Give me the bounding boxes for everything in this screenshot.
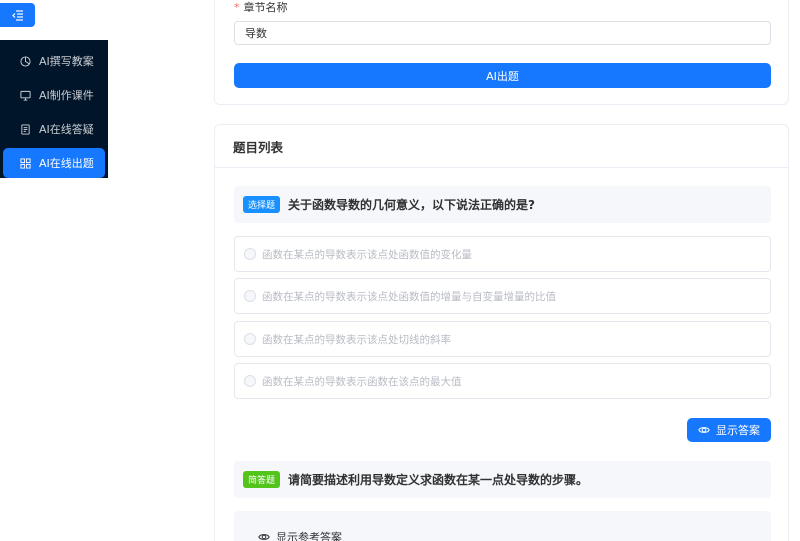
chapter-form-card: *章节名称 AI出题 — [214, 0, 789, 105]
eye-icon — [698, 427, 710, 433]
sidebar-item-label: AI在线出题 — [39, 157, 94, 170]
option-text: 函数在某点的导数表示函数在该点的最大值 — [262, 375, 462, 388]
sidebar-item-courseware[interactable]: AI制作课件 — [3, 80, 105, 110]
show-reference-label: 显示参考答案 — [276, 531, 342, 541]
option-text: 函数在某点的导数表示该点处函数值的增量与自变量增量的比值 — [262, 290, 556, 303]
grid-icon — [20, 157, 31, 169]
radio-button[interactable] — [244, 290, 256, 302]
sidebar: AI撰写教案 AI制作课件 AI在线答疑 AI在线出题 — [0, 40, 108, 178]
show-answer-label: 显示答案 — [716, 424, 760, 437]
pie-chart-icon — [20, 55, 31, 67]
sidebar-item-label: AI制作课件 — [39, 89, 94, 102]
option-item[interactable]: 函数在某点的导数表示该点处函数值的变化量 — [234, 236, 771, 272]
menu-toggle-button[interactable] — [0, 3, 35, 27]
menu-fold-icon — [11, 10, 23, 21]
sidebar-item-question-gen[interactable]: AI在线出题 — [3, 148, 105, 178]
sidebar-item-qa[interactable]: AI在线答疑 — [3, 114, 105, 144]
question-text: 请简要描述利用导数定义求函数在某一点处导数的步骤。 — [288, 473, 589, 487]
sidebar-item-label: AI在线答疑 — [39, 123, 94, 136]
question-list-card: 题目列表 选择题 关于函数导数的几何意义，以下说法正确的是? 函数在某点的导数表… — [214, 124, 789, 541]
document-icon — [20, 123, 31, 135]
radio-button[interactable] — [244, 375, 256, 387]
show-reference-toggle[interactable]: 显示参考答案 — [234, 511, 771, 541]
question-header: 选择题 关于函数导数的几何意义，以下说法正确的是? — [234, 186, 771, 223]
required-mark: * — [234, 1, 240, 14]
radio-button[interactable] — [244, 248, 256, 260]
chapter-name-input[interactable] — [234, 21, 771, 45]
sidebar-item-lesson-plan[interactable]: AI撰写教案 — [3, 46, 105, 76]
question-header: 简答题 请简要描述利用导数定义求函数在某一点处导数的步骤。 — [234, 461, 771, 498]
option-item[interactable]: 函数在某点的导数表示该点处切线的斜率 — [234, 321, 771, 357]
question-type-tag: 简答题 — [243, 471, 281, 488]
question-type-tag: 选择题 — [243, 196, 281, 213]
question-list-title: 题目列表 — [215, 125, 788, 168]
option-text: 函数在某点的导数表示该点处切线的斜率 — [262, 333, 451, 346]
show-answer-button[interactable]: 显示答案 — [687, 418, 771, 442]
eye-icon — [258, 534, 270, 540]
ai-generate-button[interactable]: AI出题 — [234, 63, 771, 88]
question-text: 关于函数导数的几何意义，以下说法正确的是? — [288, 198, 535, 212]
chapter-name-label: * 章节名称 — [234, 0, 288, 15]
option-item[interactable]: 函数在某点的导数表示该点处函数值的增量与自变量增量的比值 — [234, 278, 771, 314]
option-text: 函数在某点的导数表示该点处函数值的变化量 — [262, 248, 472, 261]
monitor-icon — [20, 90, 31, 101]
radio-button[interactable] — [244, 333, 256, 345]
chapter-name-label-text: 章节名称 — [243, 1, 288, 14]
sidebar-item-label: AI撰写教案 — [39, 55, 94, 68]
option-item[interactable]: 函数在某点的导数表示函数在该点的最大值 — [234, 363, 771, 399]
